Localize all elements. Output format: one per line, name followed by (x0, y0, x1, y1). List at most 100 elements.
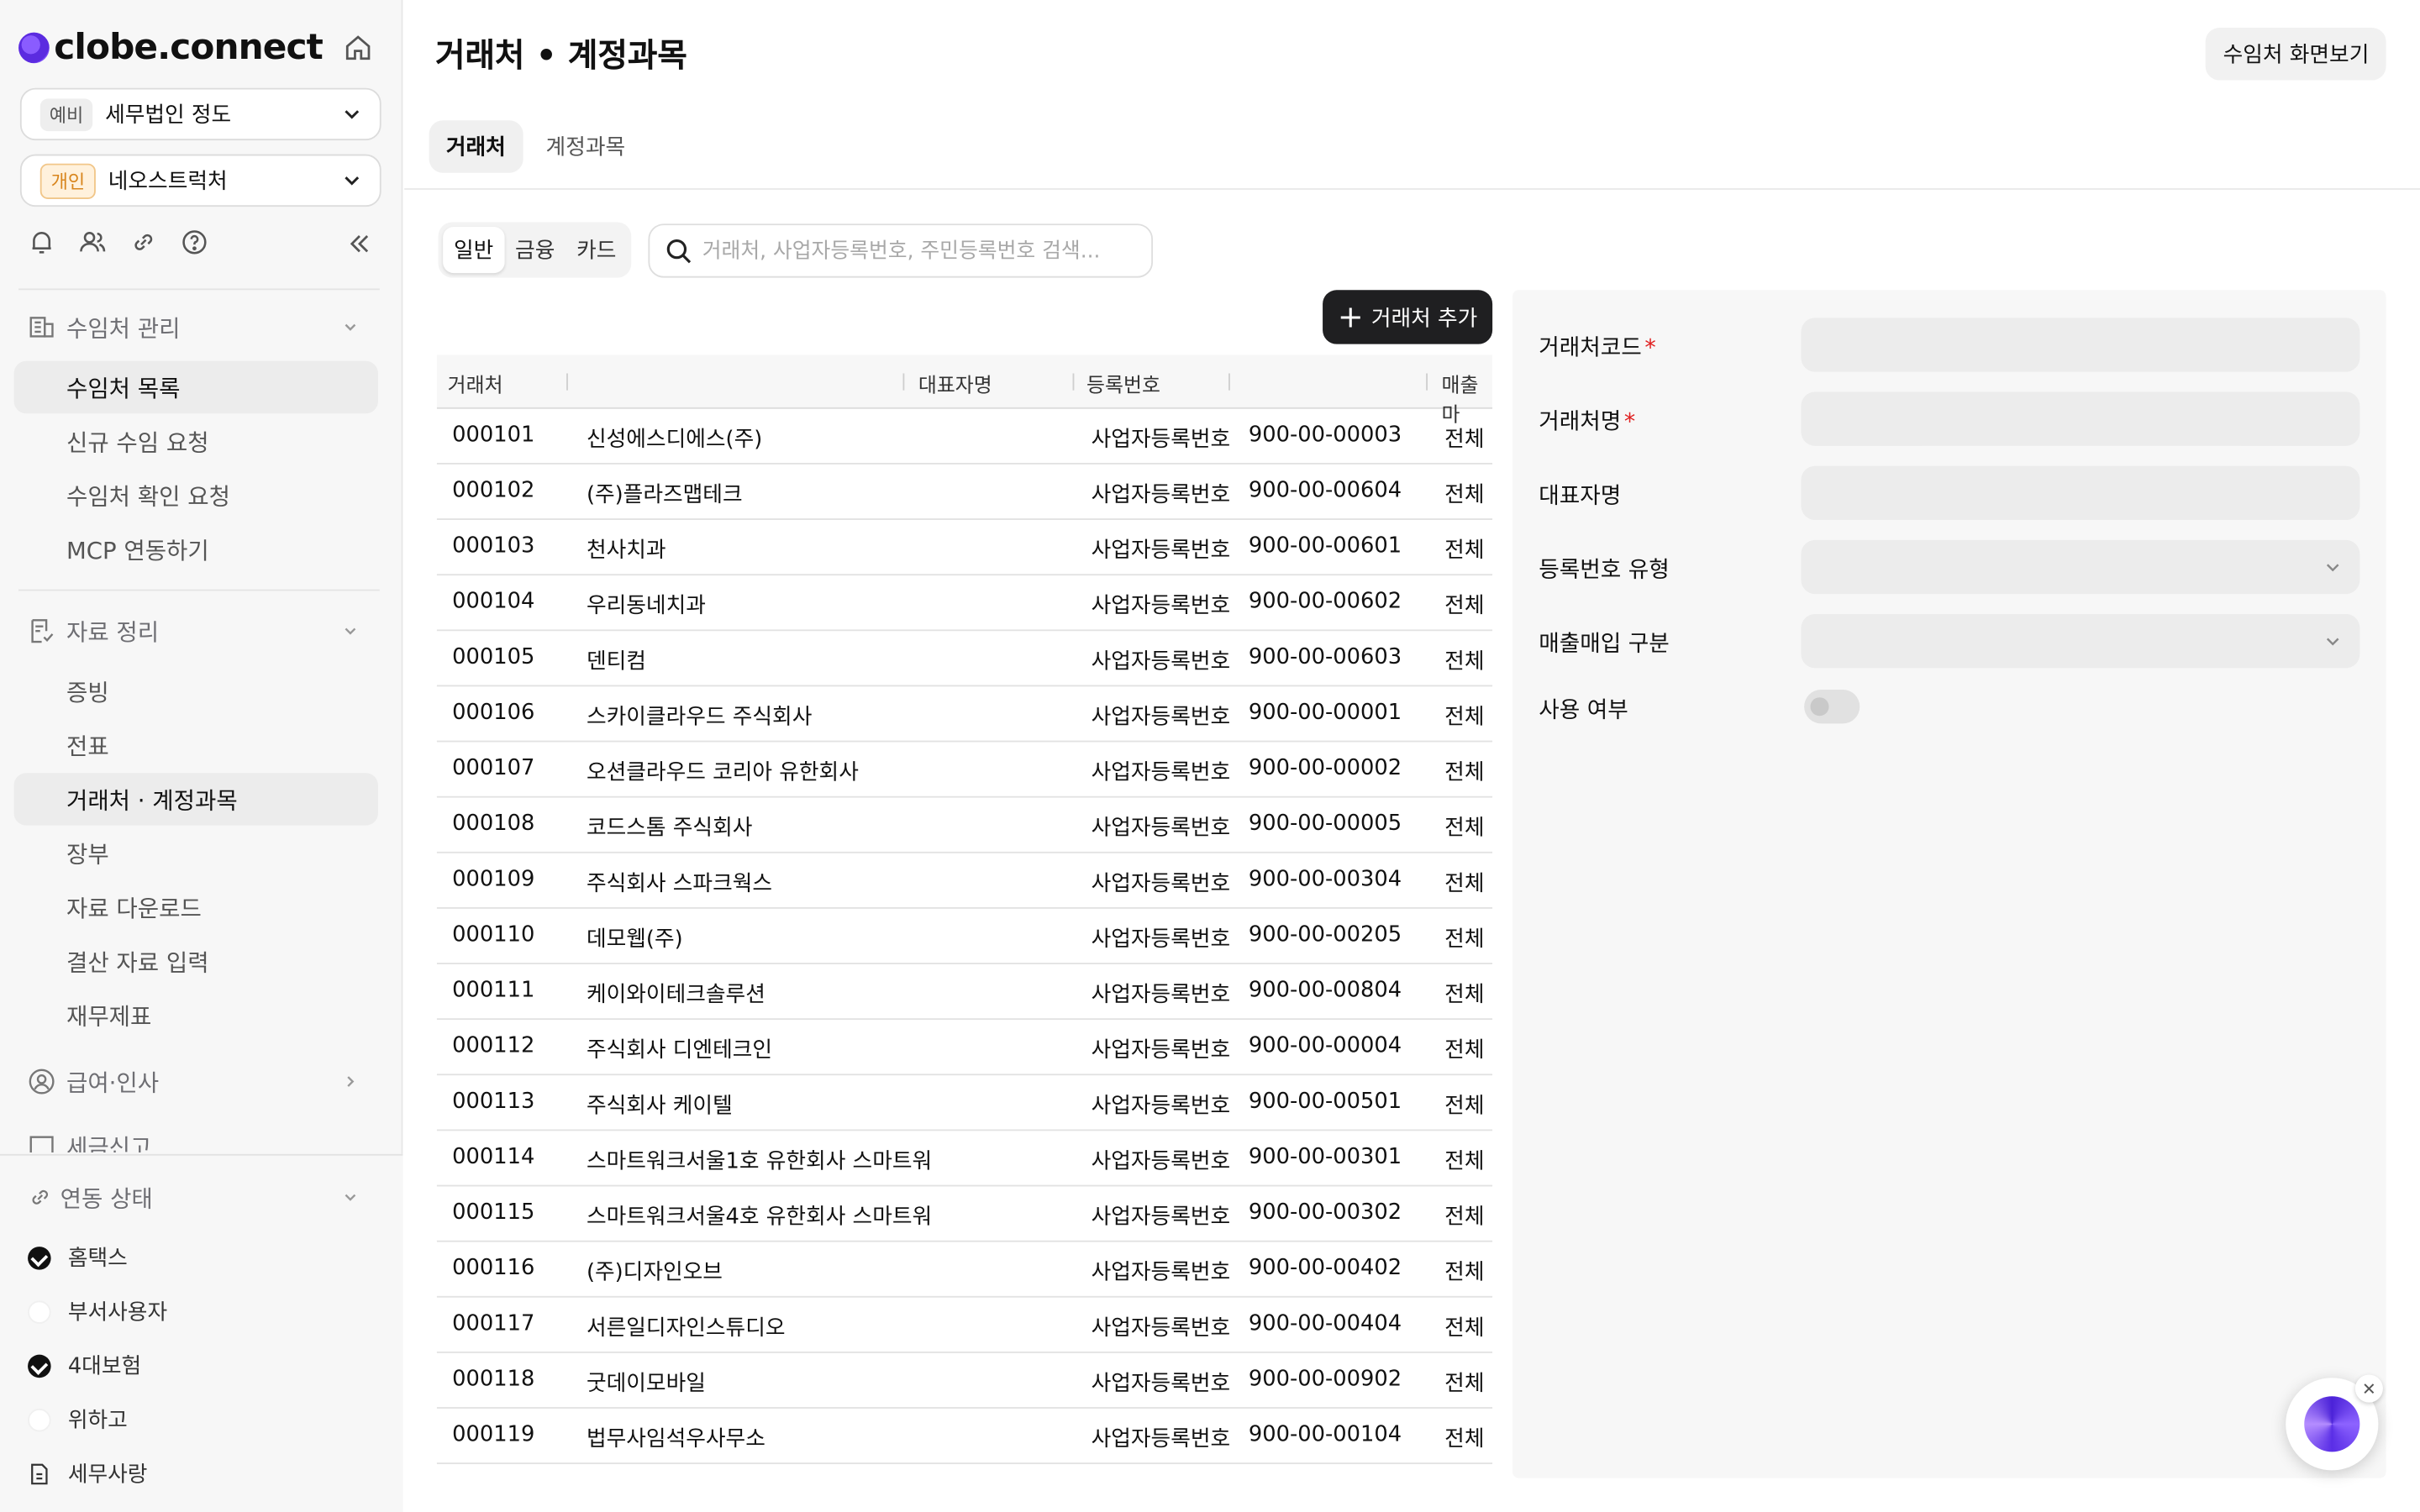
nav-client-confirm-request[interactable]: 수임처 확인 요청 (14, 469, 378, 521)
table-row[interactable]: 000110 데모웹(주) 사업자등록번호 900-00-00205 전체 (436, 909, 1493, 964)
nav-mcp-integration[interactable]: MCP 연동하기 (14, 523, 378, 575)
table-row[interactable]: 000115 스마트워크서울4호 유한회사 스마트워 사업자등록번호 900-00-0… (436, 1186, 1493, 1242)
divider (404, 188, 2420, 190)
table-row[interactable]: 000107 오션클라우드 코리아 유한회사 사업자등록번호 900-00-00002… (436, 742, 1493, 798)
chevron-down-icon (2326, 564, 2339, 572)
nav-financial-statements[interactable]: 재무제표 (14, 989, 378, 1041)
plus-icon: + (1337, 297, 1364, 334)
view-client-screen-button[interactable]: 수임처 화면보기 (2206, 28, 2386, 81)
label-vendor-name: 거래처명 * (1539, 404, 1635, 437)
table-row[interactable]: 000108 코드스톰 주식회사 사업자등록번호 900-00-00005 전체 (436, 798, 1493, 853)
cell-sales-purchase: 전체 (1444, 871, 1485, 897)
cell-registration-type: 사업자등록번호 (1091, 760, 1231, 785)
registration-type-select[interactable] (1801, 539, 2360, 595)
table-row[interactable]: 000106 스카이클라우드 주식회사 사업자등록번호 900-00-00001 전체 (436, 686, 1493, 743)
section-tax-filing[interactable]: 세금신고 (28, 1131, 376, 1153)
nav-closing-data-input[interactable]: 결산 자료 입력 (14, 935, 378, 987)
label-vendor-code: 거래처코드 * (1539, 330, 1656, 363)
cell-vendor-code: 000114 (452, 1144, 535, 1170)
link-icon (32, 1189, 48, 1205)
table-row[interactable]: 000101 신성에스디에스(주) 사업자등록번호 900-00-00003 전체 (436, 409, 1493, 465)
status-semusarang[interactable]: 세무사랑 (28, 1455, 147, 1492)
column-divider[interactable] (566, 373, 568, 391)
table-row[interactable]: 000105 덴티컴 사업자등록번호 900-00-00603 전체 (436, 631, 1493, 687)
column-divider[interactable] (902, 373, 905, 391)
cell-registration-no: 900-00-00902 (1248, 1367, 1402, 1392)
home-icon[interactable] (343, 33, 374, 64)
search-box[interactable] (648, 223, 1154, 278)
empty-circle-icon (28, 1299, 51, 1323)
cell-vendor-name: 신성에스디에스(주) (586, 427, 763, 453)
filter-finance[interactable]: 금융 (504, 227, 566, 273)
add-vendor-button[interactable]: + 거래처 추가 (1323, 290, 1493, 344)
table-row[interactable]: 000113 주식회사 케이텔 사업자등록번호 900-00-00501 전체 (436, 1075, 1493, 1131)
users-icon[interactable] (79, 228, 107, 256)
cell-registration-no: 900-00-00603 (1248, 644, 1402, 670)
nav-vendors-accounts[interactable]: 거래처 · 계정과목 (13, 773, 378, 826)
section-data-organization[interactable]: 자료 정리 (28, 612, 376, 649)
cell-registration-type: 사업자등록번호 (1091, 1315, 1231, 1341)
tax-icon (29, 1136, 54, 1153)
table-row[interactable]: 000109 주식회사 스파크웍스 사업자등록번호 900-00-00304 전체 (436, 853, 1493, 909)
nav-new-engagement-request[interactable]: 신규 수임 요청 (14, 415, 378, 467)
cell-vendor-name: (주)플라즈맵테크 (586, 482, 743, 508)
table-row[interactable]: 000114 스마트워크서울1호 유한회사 스마트워 사업자등록번호 900-00-0… (436, 1131, 1493, 1187)
table-row[interactable]: 000118 굿데이모바일 사업자등록번호 900-00-00902 전체 (436, 1353, 1493, 1409)
table-row[interactable]: 000102 (주)플라즈맵테크 사업자등록번호 900-00-00604 전체 (436, 465, 1493, 520)
cell-sales-purchase: 전체 (1444, 482, 1485, 508)
client-select[interactable]: 개인 네오스트럭처 (19, 154, 381, 207)
cell-vendor-name: 코드스톰 주식회사 (586, 816, 753, 842)
bell-icon[interactable] (28, 228, 55, 256)
table-row[interactable]: 000119 법무사임석우사무소 사업자등록번호 900-00-00104 전체 (436, 1409, 1493, 1465)
cell-vendor-code: 000107 (452, 755, 535, 781)
vendor-name-input[interactable] (1801, 391, 2360, 446)
nav-ledger[interactable]: 장부 (14, 827, 378, 879)
header-representative[interactable]: 대표자명 (918, 369, 992, 398)
table-row[interactable]: 000103 천사치과 사업자등록번호 900-00-00601 전체 (436, 520, 1493, 576)
section-title: 자료 정리 (66, 617, 160, 646)
integration-status-head[interactable]: 연동 상태 (28, 1179, 376, 1215)
table-row[interactable]: 000111 케이와이테크솔루션 사업자등록번호 900-00-00804 전체 (436, 964, 1493, 1021)
filter-card[interactable]: 카드 (566, 227, 627, 273)
filter-general[interactable]: 일반 (443, 226, 505, 274)
table-row[interactable]: 000116 (주)디자인오브 사업자등록번호 900-00-00402 전체 (436, 1242, 1493, 1298)
cell-vendor-name: 스마트워크서울4호 유한회사 스마트워 (586, 1205, 933, 1230)
cell-registration-type: 사업자등록번호 (1091, 427, 1231, 453)
section-client-management[interactable]: 수임처 관리 (28, 308, 376, 345)
header-registration-no[interactable]: 등록번호 (1086, 369, 1160, 398)
nav-client-list[interactable]: 수임처 목록 (13, 360, 378, 414)
cell-vendor-code: 000115 (452, 1200, 535, 1226)
help-icon[interactable] (181, 228, 208, 256)
column-divider[interactable] (1228, 373, 1230, 391)
nav-data-download[interactable]: 자료 다운로드 (14, 881, 378, 933)
representative-input[interactable] (1801, 465, 2360, 520)
nav-evidence[interactable]: 증빙 (14, 665, 378, 717)
status-label: 4대보험 (67, 1354, 142, 1380)
table-row[interactable]: 000117 서른일디자인스튜디오 사업자등록번호 900-00-00404 전체 (436, 1298, 1493, 1353)
table-row[interactable]: 000112 주식회사 디엔테크인 사업자등록번호 900-00-00004 전체 (436, 1020, 1493, 1076)
cell-sales-purchase: 전체 (1444, 427, 1485, 453)
cell-registration-type: 사업자등록번호 (1091, 871, 1231, 897)
tab-accounts[interactable]: 계정과목 (529, 120, 642, 172)
search-input[interactable] (702, 238, 1119, 264)
column-divider[interactable] (1426, 373, 1428, 391)
cell-vendor-code: 000111 (452, 978, 535, 1003)
section-payroll-hr[interactable]: 급여·인사 (28, 1063, 376, 1100)
nav-voucher[interactable]: 전표 (14, 719, 378, 771)
table-row[interactable]: 000104 우리동네치과 사업자등록번호 900-00-00602 전체 (436, 575, 1493, 632)
brand[interactable]: clobe.connect (18, 22, 382, 74)
vendor-code-input[interactable] (1801, 318, 2360, 372)
cell-registration-no: 900-00-00002 (1248, 755, 1402, 781)
sales-purchase-select[interactable] (1801, 614, 2360, 669)
header-vendor[interactable]: 거래처 (448, 369, 503, 398)
cell-sales-purchase: 전체 (1444, 982, 1485, 1008)
column-divider[interactable] (1072, 373, 1075, 391)
collapse-sidebar-icon[interactable] (345, 230, 373, 258)
active-toggle[interactable] (1804, 690, 1860, 724)
org-select[interactable]: 예비 세무법인 정도 (19, 87, 381, 141)
cell-vendor-name: 주식회사 디엔테크인 (586, 1038, 773, 1063)
label-text: 거래처명 (1539, 410, 1622, 435)
close-icon[interactable]: ✕ (2354, 1374, 2383, 1403)
link-icon[interactable] (129, 228, 157, 256)
tab-vendors[interactable]: 거래처 (429, 120, 523, 173)
